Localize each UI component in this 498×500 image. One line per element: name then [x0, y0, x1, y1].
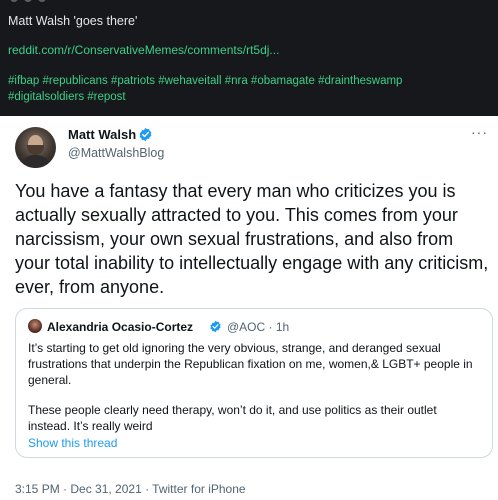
tweet-card: Matt Walsh @MattWalshBlog ··· You have a… — [0, 116, 498, 500]
show-thread-link[interactable]: Show this thread — [28, 436, 117, 450]
quoted-text-paragraph: These people clearly need therapy, won’t… — [28, 403, 437, 433]
post-title: Matt Walsh 'goes there' — [8, 14, 138, 28]
more-dots-icon[interactable]: ··· — [471, 124, 488, 140]
cropped-icon — [24, 0, 32, 2]
tweet-timestamp[interactable]: 3:15 PM · Dec 31, 2021 · Twitter for iPh… — [15, 482, 246, 496]
cropped-icons-row — [0, 0, 200, 4]
author-name[interactable]: Matt Walsh — [68, 127, 136, 142]
post-source-link[interactable]: reddit.com/r/ConservativeMemes/comments/… — [8, 43, 279, 57]
avatar-beard — [27, 145, 44, 155]
cropped-icon — [10, 0, 18, 2]
avatar-body — [20, 155, 51, 168]
quoted-avatar — [28, 319, 42, 333]
tweet-text: You have a fantasy that every man who cr… — [15, 181, 489, 297]
quoted-handle-time: @AOC · 1h — [227, 320, 290, 334]
hashtags-line[interactable]: #digitalsoldiers #repost — [8, 89, 488, 105]
author-handle[interactable]: @MattWalshBlog — [68, 146, 164, 160]
cropped-icon — [38, 0, 46, 2]
quoted-author-name: Alexandria Ocasio-Cortez — [47, 320, 194, 334]
reddit-post-banner: Matt Walsh 'goes there' reddit.com/r/Con… — [0, 0, 498, 116]
hashtags-line[interactable]: #ifbap #republicans #patriots #wehaveita… — [8, 73, 488, 89]
verified-badge-icon — [139, 127, 152, 142]
quoted-verified-badge-icon — [210, 320, 221, 333]
hashtags: #ifbap #republicans #patriots #wehaveita… — [8, 73, 488, 105]
avatar[interactable] — [15, 127, 56, 168]
quoted-text-paragraph: It’s starting to get old ignoring the ve… — [28, 341, 473, 387]
quoted-tweet[interactable]: Alexandria Ocasio-Cortez @AOC · 1h It’s … — [15, 308, 493, 458]
